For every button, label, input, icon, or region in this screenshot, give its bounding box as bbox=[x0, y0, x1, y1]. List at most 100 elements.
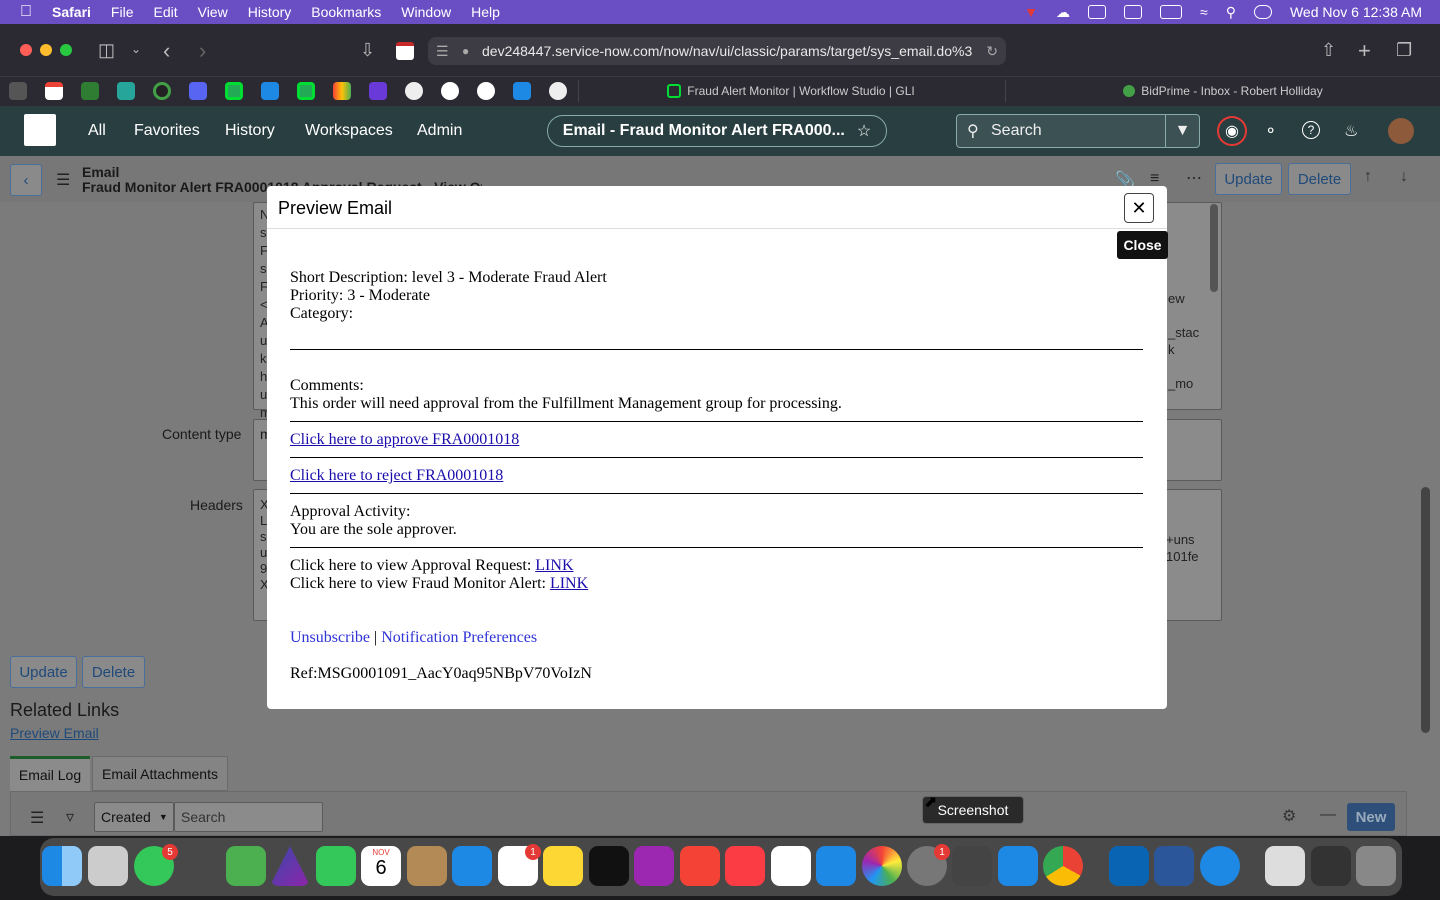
mcafee-icon[interactable]: ▼ bbox=[1024, 4, 1038, 20]
unsubscribe-link[interactable]: Unsubscribe bbox=[290, 629, 370, 646]
tab-overview-icon[interactable]: ❐ bbox=[1396, 40, 1412, 61]
back-icon[interactable]: ‹ bbox=[163, 38, 170, 64]
apple-icon[interactable]:  bbox=[20, 3, 32, 21]
globe-icon[interactable]: ◉ bbox=[1217, 116, 1247, 146]
header-update-button[interactable]: Update bbox=[1215, 163, 1282, 195]
bookmark-confluence-icon[interactable] bbox=[261, 82, 279, 100]
nav-workspaces[interactable]: Workspaces bbox=[305, 122, 393, 140]
forward-icon[interactable]: › bbox=[199, 38, 206, 64]
bookmark-github-icon[interactable] bbox=[441, 82, 459, 100]
bell-icon[interactable]: ♨ bbox=[1344, 121, 1358, 141]
battery-icon[interactable] bbox=[1160, 5, 1182, 19]
calendar-icon[interactable]: NOV 6 bbox=[361, 846, 401, 886]
bookmark-github2-icon[interactable] bbox=[477, 82, 495, 100]
reject-link[interactable]: Click here to reject FRA0001018 bbox=[290, 467, 503, 484]
bookmark-w-icon[interactable] bbox=[9, 82, 27, 100]
filter-field-select[interactable]: Created ▼ bbox=[94, 802, 174, 832]
bookmark-gradient-icon[interactable] bbox=[117, 82, 135, 100]
appstore-icon[interactable] bbox=[816, 846, 856, 886]
avatar[interactable] bbox=[1388, 118, 1414, 144]
bookmark-ball-icon[interactable] bbox=[405, 82, 423, 100]
help-icon[interactable]: ? bbox=[1302, 121, 1320, 139]
notion-icon[interactable] bbox=[771, 846, 811, 886]
tab-email-log[interactable]: Email Log bbox=[10, 756, 90, 791]
appletv-icon[interactable] bbox=[589, 846, 629, 886]
record-title-pill[interactable]: Email - Fraud Monitor Alert FRA000... ☆ bbox=[547, 115, 887, 147]
chat-icon[interactable]: ⚬ bbox=[1264, 121, 1277, 141]
cloud-icon[interactable]: ☁ bbox=[1056, 4, 1070, 21]
delete-button[interactable]: Delete bbox=[82, 656, 145, 688]
launchpad-icon[interactable] bbox=[88, 846, 128, 886]
reader-icon[interactable]: ☰ bbox=[436, 43, 449, 60]
bookmark-servicenow-icon[interactable] bbox=[225, 82, 243, 100]
more-icon[interactable]: ⋯ bbox=[1186, 168, 1202, 188]
window-icon[interactable] bbox=[1124, 5, 1142, 19]
bookmark-ring-icon[interactable] bbox=[153, 82, 171, 100]
close-window-button[interactable] bbox=[20, 44, 32, 56]
music-icon[interactable] bbox=[725, 846, 765, 886]
window-stack-icon[interactable] bbox=[1311, 846, 1351, 886]
screenshot-icon[interactable] bbox=[952, 846, 992, 886]
global-search-input[interactable]: ⚲ Search ▼ bbox=[956, 114, 1200, 148]
bookmark-discord-icon[interactable] bbox=[189, 82, 207, 100]
header-delete-button[interactable]: Delete bbox=[1288, 163, 1351, 195]
zoom-window-button[interactable] bbox=[60, 44, 72, 56]
download-icon[interactable]: ⇩ bbox=[360, 40, 375, 61]
list-menu-icon[interactable]: ☰ bbox=[30, 808, 44, 828]
arrow-up-icon[interactable]: ↑ bbox=[1364, 168, 1372, 186]
menu-file[interactable]: File bbox=[111, 4, 134, 20]
menu-window[interactable]: Window bbox=[401, 4, 451, 20]
chrome-icon[interactable] bbox=[1043, 846, 1083, 886]
contacts-icon[interactable] bbox=[407, 846, 447, 886]
pen-app-icon[interactable] bbox=[180, 846, 220, 886]
star-icon[interactable]: ☆ bbox=[857, 121, 871, 141]
fraud-alert-link[interactable]: LINK bbox=[550, 575, 588, 592]
gear-icon[interactable]: ⚙ bbox=[1282, 806, 1296, 826]
new-tab-icon[interactable]: + bbox=[1358, 38, 1371, 64]
scrollbar[interactable] bbox=[1210, 204, 1218, 292]
control-center-icon[interactable] bbox=[1253, 5, 1272, 19]
menu-help[interactable]: Help bbox=[471, 4, 500, 20]
address-bar[interactable]: ☰ ● dev248447.service-now.com/now/nav/ui… bbox=[428, 37, 1006, 65]
preview-email-link[interactable]: Preview Email bbox=[10, 725, 99, 741]
finder-icon[interactable] bbox=[42, 846, 82, 886]
notes-icon[interactable] bbox=[543, 846, 583, 886]
wifi-icon[interactable]: ≈ bbox=[1200, 4, 1208, 20]
approval-request-link[interactable]: LINK bbox=[535, 557, 573, 574]
company-logo[interactable] bbox=[24, 114, 56, 146]
minimize-window-button[interactable] bbox=[40, 44, 52, 56]
tab-fraud-alert-monitor[interactable]: Fraud Alert Monitor | Workflow Studio | … bbox=[578, 80, 1003, 102]
nav-favorites[interactable]: Favorites bbox=[134, 122, 200, 140]
extension-icon[interactable] bbox=[396, 42, 414, 60]
sidebar-icon[interactable]: ◫ bbox=[98, 40, 115, 61]
menu-history[interactable]: History bbox=[248, 4, 292, 20]
collapse-icon[interactable]: — bbox=[1320, 806, 1336, 824]
vscode-icon[interactable] bbox=[998, 846, 1038, 886]
nav-history[interactable]: History bbox=[225, 122, 275, 140]
menubar-clock[interactable]: Wed Nov 6 12:38 AM bbox=[1290, 4, 1422, 20]
bookmark-monday-icon[interactable] bbox=[333, 82, 351, 100]
safari-icon[interactable] bbox=[1200, 846, 1240, 886]
photos-icon[interactable] bbox=[862, 846, 902, 886]
outlook-icon[interactable] bbox=[1109, 846, 1149, 886]
document-icon[interactable] bbox=[1265, 846, 1305, 886]
approve-link[interactable]: Click here to approve FRA0001018 bbox=[290, 431, 519, 448]
arrow-down-icon[interactable]: ↓ bbox=[1400, 168, 1408, 186]
maps-icon[interactable] bbox=[226, 846, 266, 886]
share-icon[interactable]: ⇧ bbox=[1321, 40, 1336, 61]
new-button[interactable]: New bbox=[1347, 803, 1395, 831]
bookmark-servicenow2-icon[interactable] bbox=[297, 82, 315, 100]
menu-bookmarks[interactable]: Bookmarks bbox=[311, 4, 381, 20]
nav-all[interactable]: All bbox=[88, 122, 106, 140]
menu-app-name[interactable]: Safari bbox=[52, 4, 91, 20]
bookmark-purple-icon[interactable] bbox=[369, 82, 387, 100]
nav-admin[interactable]: Admin bbox=[417, 122, 462, 140]
word-icon[interactable] bbox=[1154, 846, 1194, 886]
bookmark-gmail-icon[interactable] bbox=[45, 82, 63, 100]
spotlight-icon[interactable]: ⚲ bbox=[1226, 4, 1236, 21]
podcasts-icon[interactable] bbox=[634, 846, 674, 886]
news-icon[interactable] bbox=[680, 846, 720, 886]
update-button[interactable]: Update bbox=[10, 656, 77, 688]
bookmark-ball2-icon[interactable] bbox=[549, 82, 567, 100]
notification-preferences-link[interactable]: Notification Preferences bbox=[381, 629, 537, 646]
